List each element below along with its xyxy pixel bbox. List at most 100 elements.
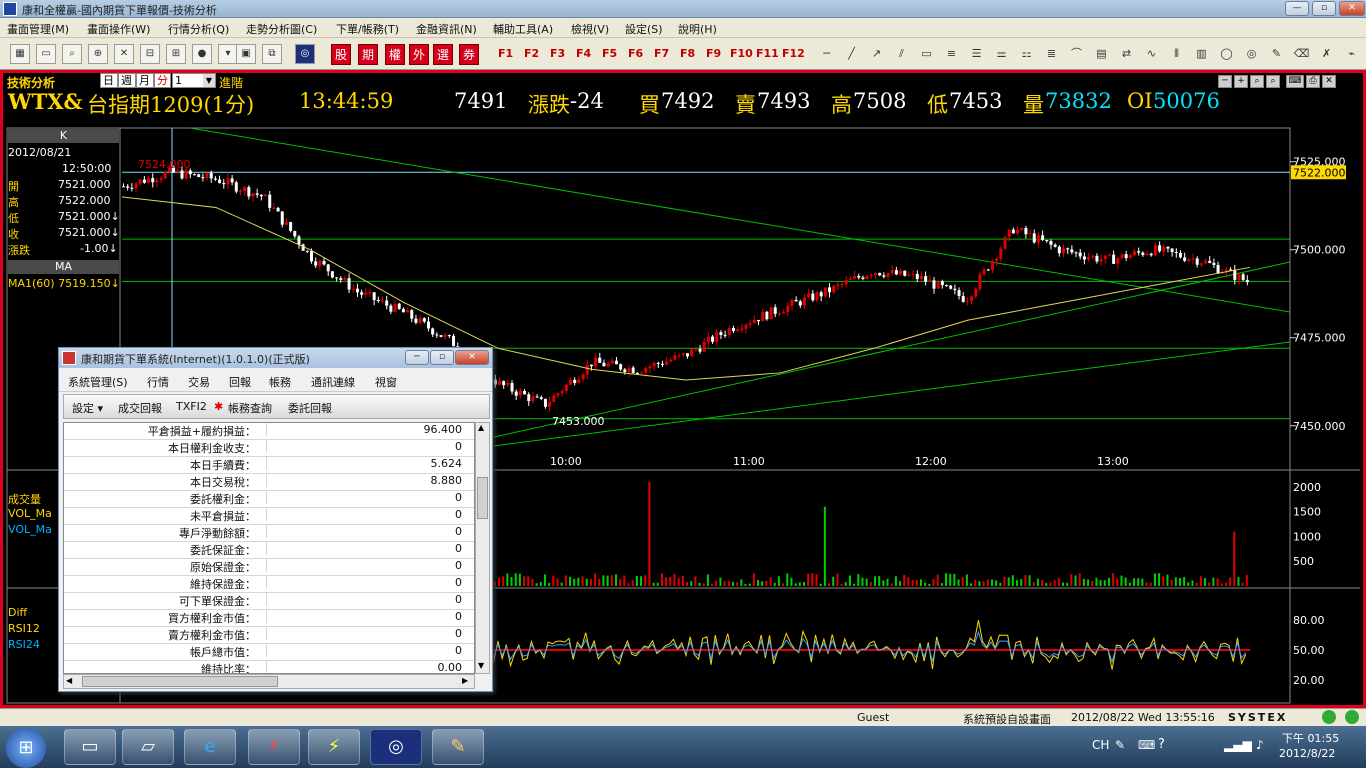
dialog-txfi2-button[interactable]: TXFI2 [176, 400, 207, 413]
dialog-order-report-button[interactable]: 委託回報 [288, 400, 332, 416]
dialog-account-query-button[interactable]: 帳務查詢 [228, 400, 272, 416]
dialog-menu-trade[interactable]: 交易 [188, 374, 210, 390]
menu-view[interactable]: 檢視(V) [571, 21, 609, 37]
scroll-right-icon[interactable]: ▶ [462, 676, 468, 685]
volume-icon[interactable]: ♪ [1256, 738, 1264, 752]
period-month[interactable]: 月 [136, 73, 154, 88]
horizontal-scrollbar[interactable]: ◀ ▶ [63, 674, 475, 689]
notes-icon[interactable]: ▱ [122, 729, 174, 765]
delete-tool-icon[interactable]: ✗ [1317, 45, 1336, 63]
help-tray-icon[interactable]: ? [1158, 737, 1165, 752]
dialog-menu-account[interactable]: 帳務 [269, 374, 291, 390]
scroll-down-icon[interactable]: ▼ [478, 661, 484, 670]
dropdown-icon[interactable]: ▾ [218, 44, 238, 64]
clock-date[interactable]: 2012/8/22 [1279, 747, 1335, 760]
explorer-icon[interactable]: ▭ [64, 729, 116, 765]
menu-order-account[interactable]: 下單/帳務(T) [336, 21, 399, 37]
dialog-menu-window[interactable]: 視窗 [375, 374, 397, 390]
dialog-menu-report[interactable]: 回報 [229, 374, 251, 390]
brush-tool-icon[interactable]: ⌁ [1342, 45, 1361, 63]
fkey-f1[interactable]: F1 [498, 47, 513, 60]
band-tool-icon[interactable]: ⚌ [992, 45, 1011, 63]
grid-icon[interactable]: ▦ [10, 44, 30, 64]
minimize-button[interactable]: — [1285, 1, 1309, 16]
close-button[interactable]: ✕ [1339, 1, 1365, 16]
ie-icon[interactable]: e [184, 729, 236, 765]
dialog-close-button[interactable]: ✕ [455, 350, 489, 365]
hscroll-thumb[interactable] [82, 676, 278, 687]
fkey-f5[interactable]: F5 [602, 47, 617, 60]
monitor-icon[interactable]: ▭ [36, 44, 56, 64]
quick-options-button[interactable]: 權 [385, 44, 405, 65]
chevron-down-icon[interactable]: ▼ [203, 74, 215, 87]
fkey-f7[interactable]: F7 [654, 47, 669, 60]
fkey-f12[interactable]: F12 [782, 47, 805, 60]
quick-bond-button[interactable]: 券 [459, 44, 479, 65]
concord-logo-icon[interactable]: ◎ [295, 44, 315, 64]
cancel-icon[interactable]: ✕ [114, 44, 134, 64]
ime-indicator[interactable]: CH [1092, 738, 1109, 752]
dialog-menu-system[interactable]: 系統管理(S) [68, 374, 128, 390]
period-week[interactable]: 週 [118, 73, 136, 88]
network-icon[interactable]: ▂▄▆ [1224, 738, 1252, 752]
fan-tool-icon[interactable]: ≣ [1042, 45, 1061, 63]
trendline-tool-icon[interactable]: ╱ [842, 45, 861, 63]
menu-trend-chart[interactable]: 走勢分析圖(C) [246, 21, 317, 37]
menu-screen-manage[interactable]: 畫面管理(M) [7, 21, 69, 37]
quick-futures-button[interactable]: 期 [358, 44, 378, 65]
rect-tool-icon[interactable]: ▭ [917, 45, 936, 63]
menu-quote-analysis[interactable]: 行情分析(Q) [168, 21, 229, 37]
panel-close-button[interactable]: ✕ [1322, 75, 1336, 88]
dialog-minimize-button[interactable]: ─ [405, 350, 429, 365]
fkey-f4[interactable]: F4 [576, 47, 591, 60]
bars-tool-icon[interactable]: ▥ [1192, 45, 1211, 63]
tile-icon[interactable]: ⊞ [166, 44, 186, 64]
menu-help[interactable]: 說明(H) [678, 21, 717, 37]
menu-finance-info[interactable]: 金融資訊(N) [416, 21, 477, 37]
quick-select-button[interactable]: 選 [433, 44, 453, 65]
fkey-f3[interactable]: F3 [550, 47, 565, 60]
fkey-f6[interactable]: F6 [628, 47, 643, 60]
spiral-tool-icon[interactable]: ◎ [1242, 45, 1261, 63]
dialog-fill-report-button[interactable]: 成交回報 [118, 400, 162, 416]
eraser-tool-icon[interactable]: ⌫ [1292, 45, 1311, 63]
quick-foreign-button[interactable]: 外 [409, 44, 429, 65]
fkey-f11[interactable]: F11 [756, 47, 779, 60]
hline-tool-icon[interactable]: ─ [817, 45, 836, 63]
start-button[interactable]: ⊞ [6, 728, 46, 768]
paint-icon[interactable]: ✎ [432, 729, 484, 765]
wave-tool-icon[interactable]: ∿ [1142, 45, 1161, 63]
magnify-icon[interactable]: ⌕ [62, 44, 82, 64]
period-day[interactable]: 日 [100, 73, 118, 88]
fkey-f8[interactable]: F8 [680, 47, 695, 60]
panel-add-button[interactable]: + [1234, 75, 1248, 88]
menu-screen-ops[interactable]: 畫面操作(W) [87, 21, 150, 37]
keyboard-icon[interactable]: ⌨ [1286, 75, 1304, 88]
quick-stock-button[interactable]: 股 [331, 44, 351, 65]
pen-tool-icon[interactable]: ✎ [1267, 45, 1286, 63]
cycle-tool-icon[interactable]: ⦀ [1167, 45, 1186, 63]
clock-time[interactable]: 下午 01:55 [1282, 730, 1339, 746]
quote-app-icon[interactable]: ⚡ [308, 729, 360, 765]
level-tool-icon[interactable]: ☰ [967, 45, 986, 63]
channel-tool-icon[interactable]: ⫽ [892, 45, 911, 63]
menu-tools[interactable]: 輔助工具(A) [493, 21, 553, 37]
fkey-f2[interactable]: F2 [524, 47, 539, 60]
trade-app-icon[interactable]: ⚡ [248, 729, 300, 765]
coin-icon[interactable]: ● [192, 44, 212, 64]
ray-tool-icon[interactable]: ↗ [867, 45, 886, 63]
dialog-title-bar[interactable]: 康和期貨下單系統(Internet)(1.0.1.0)(正式版) ─ ▫ ✕ [59, 348, 492, 368]
dialog-menu-quote[interactable]: 行情 [147, 374, 169, 390]
vertical-scrollbar[interactable]: ▲ ▼ [475, 422, 490, 674]
print-icon[interactable]: ⎙ [1306, 75, 1320, 88]
fkey-f10[interactable]: F10 [730, 47, 753, 60]
zoom-out-icon[interactable]: ⌕ [1266, 75, 1280, 88]
arrow-tool-icon[interactable]: ⇄ [1117, 45, 1136, 63]
fib-tool-icon[interactable]: ≡ [942, 45, 961, 63]
text-tool-icon[interactable]: ▤ [1092, 45, 1111, 63]
dialog-settings-button[interactable]: 設定 ▾ [72, 400, 103, 416]
ellipse-tool-icon[interactable]: ◯ [1217, 45, 1236, 63]
menu-settings[interactable]: 設定(S) [625, 21, 663, 37]
fkey-f9[interactable]: F9 [706, 47, 721, 60]
scroll-left-icon[interactable]: ◀ [66, 676, 72, 685]
